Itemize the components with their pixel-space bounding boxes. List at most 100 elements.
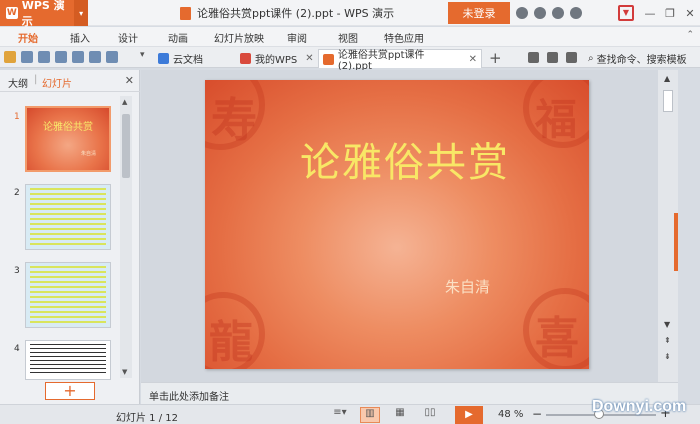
slide-counter: 幻灯片 1 / 12 bbox=[116, 413, 178, 424]
notes-view-icon[interactable]: ≡▾ bbox=[330, 407, 350, 423]
settings-icon[interactable] bbox=[534, 7, 546, 19]
scroll-thumb[interactable] bbox=[122, 114, 130, 178]
slide-thumbnail-3[interactable] bbox=[25, 262, 111, 328]
menu-review[interactable]: 审阅 bbox=[287, 30, 307, 45]
minimize-button[interactable]: — bbox=[640, 7, 660, 20]
slides-panel: 大纲 | 幻灯片 ✕ 1 论雅俗共赏 朱自清 2 3 4 ▲ ▼ + bbox=[0, 70, 140, 404]
play-slideshow-button[interactable]: ▶ bbox=[455, 406, 483, 424]
normal-view-icon[interactable]: ▥ bbox=[360, 407, 380, 423]
search-icon: ⌕ bbox=[588, 52, 594, 64]
window-title: 论雅俗共赏ppt课件 (2).ppt - WPS 演示 bbox=[180, 0, 394, 26]
menu-bar: 开始 插入 设计 动画 幻灯片放映 审阅 视图 特色应用 ⌃ bbox=[0, 27, 700, 46]
slide-number: 1 bbox=[14, 112, 20, 122]
download-icon[interactable]: ▼ bbox=[618, 5, 634, 21]
close-icon[interactable]: ✕ bbox=[469, 54, 477, 65]
scroll-down-icon[interactable]: ▼ bbox=[664, 320, 670, 329]
tab-outline[interactable]: 大纲 bbox=[8, 75, 28, 90]
tab-label: 我的WPS bbox=[255, 55, 298, 66]
menu-animation[interactable]: 动画 bbox=[168, 30, 188, 45]
scroll-up-icon[interactable]: ▲ bbox=[122, 98, 127, 106]
search-command-label: 查找命令、搜索模板 bbox=[596, 54, 687, 66]
wps-logo-icon bbox=[240, 53, 251, 64]
tab-label: 云文档 bbox=[173, 55, 203, 66]
menu-slideshow[interactable]: 幻灯片放映 bbox=[214, 30, 264, 45]
feedback-icon[interactable] bbox=[570, 7, 582, 19]
tab-cloud-docs[interactable]: 云文档 bbox=[154, 49, 207, 68]
thumbnail-scrollbar[interactable]: ▲ ▼ bbox=[120, 96, 132, 378]
prev-slide-icon[interactable]: ⇞ bbox=[664, 336, 671, 345]
decorative-glyph: 福 bbox=[535, 95, 578, 144]
cloud-doc-icon bbox=[158, 53, 169, 64]
new-tab-button[interactable]: + bbox=[489, 49, 502, 67]
close-icon[interactable]: ✕ bbox=[125, 74, 134, 87]
menu-insert[interactable]: 插入 bbox=[70, 30, 90, 45]
close-button[interactable]: ✕ bbox=[680, 7, 700, 20]
save-icon[interactable] bbox=[21, 51, 33, 63]
watermark-logo: Downyi.com bbox=[592, 398, 687, 415]
add-slide-button[interactable]: + bbox=[45, 382, 95, 400]
collapse-ribbon-icon[interactable]: ⌃ bbox=[686, 30, 694, 40]
quick-access-toolbar bbox=[4, 51, 118, 63]
skin-icon[interactable] bbox=[516, 7, 528, 19]
app-menu-button[interactable]: W WPS 演示 ▾ bbox=[0, 0, 88, 28]
view-switcher: ≡▾ ▥ ▦ ▯▯ bbox=[330, 407, 440, 423]
slide-number: 3 bbox=[14, 266, 20, 276]
next-slide-icon[interactable]: ⇟ bbox=[664, 352, 671, 361]
title-bar: W WPS 演示 ▾ 论雅俗共赏ppt课件 (2).ppt - WPS 演示 未… bbox=[0, 0, 700, 28]
thumbnail-author: 朱自清 bbox=[81, 151, 97, 157]
print-preview-icon[interactable] bbox=[72, 51, 84, 63]
document-title: 论雅俗共赏ppt课件 (2).ppt - WPS 演示 bbox=[197, 7, 395, 20]
search-command-input[interactable]: ⌕ 查找命令、搜索模板 bbox=[588, 49, 687, 67]
slide-sorter-icon[interactable]: ▦ bbox=[390, 407, 410, 423]
reading-view-icon[interactable]: ▯▯ bbox=[420, 407, 440, 423]
zoom-out-button[interactable]: − bbox=[532, 407, 542, 421]
zoom-level: 48 % bbox=[498, 409, 524, 420]
panel-tabs: 大纲 | 幻灯片 ✕ bbox=[0, 70, 140, 92]
scroll-thumb[interactable] bbox=[663, 90, 673, 112]
thumbnail-title: 论雅俗共赏 bbox=[43, 122, 93, 133]
slide-thumbnail-1[interactable]: 论雅俗共赏 朱自清 bbox=[25, 106, 111, 172]
menu-home[interactable]: 开始 bbox=[18, 30, 38, 45]
grid-icon[interactable] bbox=[566, 52, 577, 63]
help-icon[interactable] bbox=[552, 7, 564, 19]
maximize-button[interactable]: ❐ bbox=[660, 7, 680, 20]
window-controls: ▼ — ❐ ✕ bbox=[618, 0, 700, 26]
redo-icon[interactable] bbox=[106, 51, 118, 63]
slide-number: 4 bbox=[14, 344, 20, 354]
tab-label: 论雅俗共赏ppt课件 (2).ppt bbox=[337, 50, 425, 72]
close-icon[interactable]: ✕ bbox=[305, 53, 313, 64]
chevron-down-icon[interactable]: ▾ bbox=[74, 0, 88, 26]
login-button[interactable]: 未登录 bbox=[448, 2, 510, 24]
slide-thumbnail-4[interactable] bbox=[25, 340, 111, 380]
decorative-glyph: 喜 bbox=[535, 313, 579, 364]
undo-icon[interactable] bbox=[89, 51, 101, 63]
tab-current-document[interactable]: 论雅俗共赏ppt课件 (2).ppt ✕ bbox=[318, 49, 482, 72]
wps-logo-icon: W bbox=[6, 7, 18, 19]
screen-icon[interactable] bbox=[528, 52, 539, 63]
scroll-down-icon[interactable]: ▼ bbox=[122, 368, 127, 376]
side-panel-tab[interactable] bbox=[674, 213, 678, 271]
tab-slides[interactable]: 幻灯片 bbox=[42, 75, 72, 90]
slide-title[interactable]: 论雅俗共赏 bbox=[285, 130, 525, 188]
export-pdf-icon[interactable] bbox=[38, 51, 50, 63]
app-name: WPS 演示 bbox=[21, 0, 65, 28]
menu-view[interactable]: 视图 bbox=[338, 30, 358, 45]
slide-thumbnail-2[interactable] bbox=[25, 184, 111, 250]
editor-scrollbar[interactable]: ▲ ▼ ⇞ ⇟ bbox=[658, 70, 678, 382]
bell-icon[interactable] bbox=[547, 52, 558, 63]
scroll-up-icon[interactable]: ▲ bbox=[664, 74, 670, 83]
ppt-file-icon bbox=[323, 53, 334, 65]
menu-design[interactable]: 设计 bbox=[118, 30, 138, 45]
decorative-glyph: 龍 bbox=[209, 317, 253, 368]
print-icon[interactable] bbox=[55, 51, 67, 63]
tab-tools bbox=[528, 52, 577, 63]
slide-editor: 寿 福 龍 喜 论雅俗共赏 朱自清 ▲ ▼ ⇞ ⇟ bbox=[141, 70, 678, 382]
open-icon[interactable] bbox=[4, 51, 16, 63]
tab-my-wps[interactable]: 我的WPS ✕ bbox=[236, 49, 318, 68]
current-slide[interactable]: 寿 福 龍 喜 论雅俗共赏 朱自清 bbox=[205, 80, 589, 369]
document-tab-bar: ▾ 云文档 我的WPS ✕ 论雅俗共赏ppt课件 (2).ppt ✕ + ⌕ 查… bbox=[0, 46, 700, 72]
toolbar-dropdown-icon[interactable]: ▾ bbox=[140, 50, 145, 60]
menu-special[interactable]: 特色应用 bbox=[384, 30, 424, 45]
titlebar-tools bbox=[516, 0, 582, 26]
slide-author[interactable]: 朱自清 bbox=[445, 276, 490, 297]
